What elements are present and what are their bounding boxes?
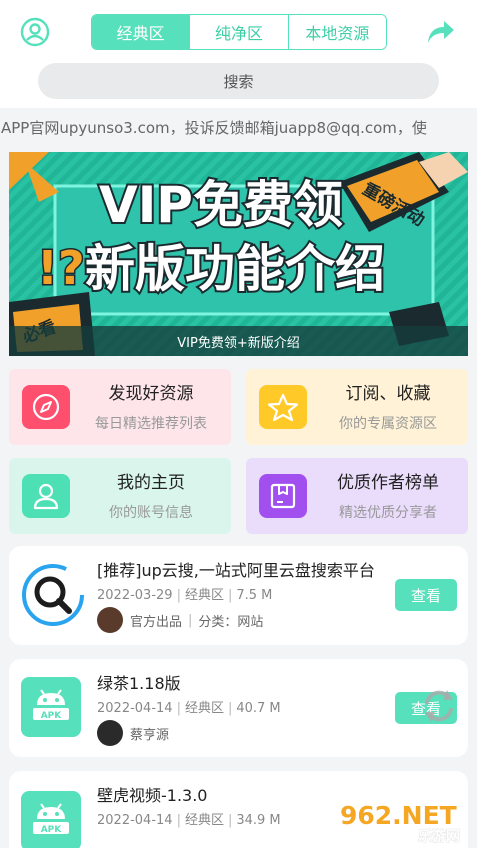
share-icon[interactable] <box>426 18 456 46</box>
author-name: 蔡亨源 <box>130 727 170 743</box>
search-bar[interactable]: 搜索 <box>38 63 439 99</box>
feature-discover[interactable]: 发现好资源 每日精选推荐列表 <box>9 369 231 445</box>
feature-title: 优质作者榜单 <box>337 473 439 493</box>
banner-exclaim: !? <box>37 241 85 295</box>
item-size: 7.5 M <box>236 588 273 603</box>
banner-caption: VIP免费领+新版介绍 <box>9 326 468 356</box>
tab-pure[interactable]: 纯净区 <box>189 15 288 49</box>
item-meta: 2022-04-14 | 经典区 | 40.7 M <box>97 701 281 716</box>
author-name: 官方出品 <box>130 614 183 630</box>
feature-author-ranking[interactable]: 优质作者榜单 精选优质分享者 <box>246 458 468 534</box>
android-apk-icon: APK <box>21 791 85 848</box>
item-meta: 2022-04-14 | 经典区 | 34.9 M <box>97 813 281 828</box>
item-title: 绿茶1.18版 <box>97 674 181 693</box>
user-icon <box>22 474 70 518</box>
svg-text:乐游网: 乐游网 <box>418 828 460 844</box>
star-icon <box>259 385 307 429</box>
tab-classic[interactable]: 经典区 <box>92 15 190 49</box>
feature-subtitle: 精选优质分享者 <box>339 505 437 521</box>
feature-title: 我的主页 <box>117 473 185 493</box>
banner-line1: VIP免费领 <box>99 176 343 234</box>
promo-banner[interactable]: VIP免费领 新版功能介绍 !? 重磅活动 必看 VIP免费领+新版介绍 <box>9 152 468 356</box>
item-zone: 经典区 <box>184 588 224 603</box>
item-title: [推荐]up云搜,一站式阿里云盘搜索平台 <box>97 561 375 580</box>
search-placeholder: 搜索 <box>223 72 254 91</box>
svg-text:962.NET: 962.NET <box>340 801 457 830</box>
android-apk-icon: APK <box>21 677 85 741</box>
zone-tabs: 经典区 纯净区 本地资源 <box>91 14 387 50</box>
feature-subscribe[interactable]: 订阅、收藏 你的专属资源区 <box>246 369 468 445</box>
item-title: 壁虎视频-1.3.0 <box>97 786 208 805</box>
compass-icon <box>22 385 70 429</box>
user-profile-icon[interactable] <box>20 17 50 47</box>
refresh-icon[interactable] <box>419 686 459 726</box>
notice-text: 用APP官网upyunso3.com，投诉反馈邮箱juapp8@qq.com，使 <box>0 119 427 137</box>
view-button[interactable]: 查看 <box>395 579 457 611</box>
banner-line2: 新版功能介绍 <box>85 240 385 298</box>
site-watermark-logo: 962.NET 乐游网 <box>338 798 472 846</box>
svg-text:APK: APK <box>41 825 63 835</box>
feature-title: 订阅、收藏 <box>345 384 431 404</box>
item-date: 2022-04-14 <box>97 813 173 828</box>
item-category: 分类：网站 <box>198 614 264 630</box>
list-item[interactable]: APK 绿茶1.18版 2022-04-14 | 经典区 | 40.7 M 蔡亨源 查看 <box>9 659 468 757</box>
feature-subtitle: 你的专属资源区 <box>339 416 437 432</box>
item-author[interactable]: 官方出品 | 分类：网站 <box>97 607 264 633</box>
feature-my-homepage[interactable]: 我的主页 你的账号信息 <box>9 458 231 534</box>
item-zone: 经典区 <box>184 701 224 716</box>
feature-subtitle: 每日精选推荐列表 <box>95 416 207 432</box>
feature-title: 发现好资源 <box>108 384 194 404</box>
item-date: 2022-04-14 <box>97 701 173 716</box>
avatar <box>97 607 123 633</box>
notice-marquee: 用APP官网upyunso3.com，投诉反馈邮箱juapp8@qq.com，使 <box>0 113 477 143</box>
box-icon <box>259 474 307 518</box>
item-size: 34.9 M <box>236 813 281 828</box>
avatar <box>97 720 123 746</box>
svg-text:APK: APK <box>41 711 63 721</box>
tab-local-resources[interactable]: 本地资源 <box>287 15 386 49</box>
item-meta: 2022-03-29 | 经典区 | 7.5 M <box>97 588 273 603</box>
search-icon <box>21 563 85 627</box>
feature-subtitle: 你的账号信息 <box>109 505 193 521</box>
item-date: 2022-03-29 <box>97 588 173 603</box>
item-zone: 经典区 <box>184 813 224 828</box>
item-author[interactable]: 蔡亨源 <box>97 720 170 746</box>
top-bar: 经典区 纯净区 本地资源 搜索 <box>0 0 477 108</box>
list-item[interactable]: [推荐]up云搜,一站式阿里云盘搜索平台 2022-03-29 | 经典区 | 7.5 … <box>9 546 468 645</box>
item-size: 40.7 M <box>236 701 281 716</box>
